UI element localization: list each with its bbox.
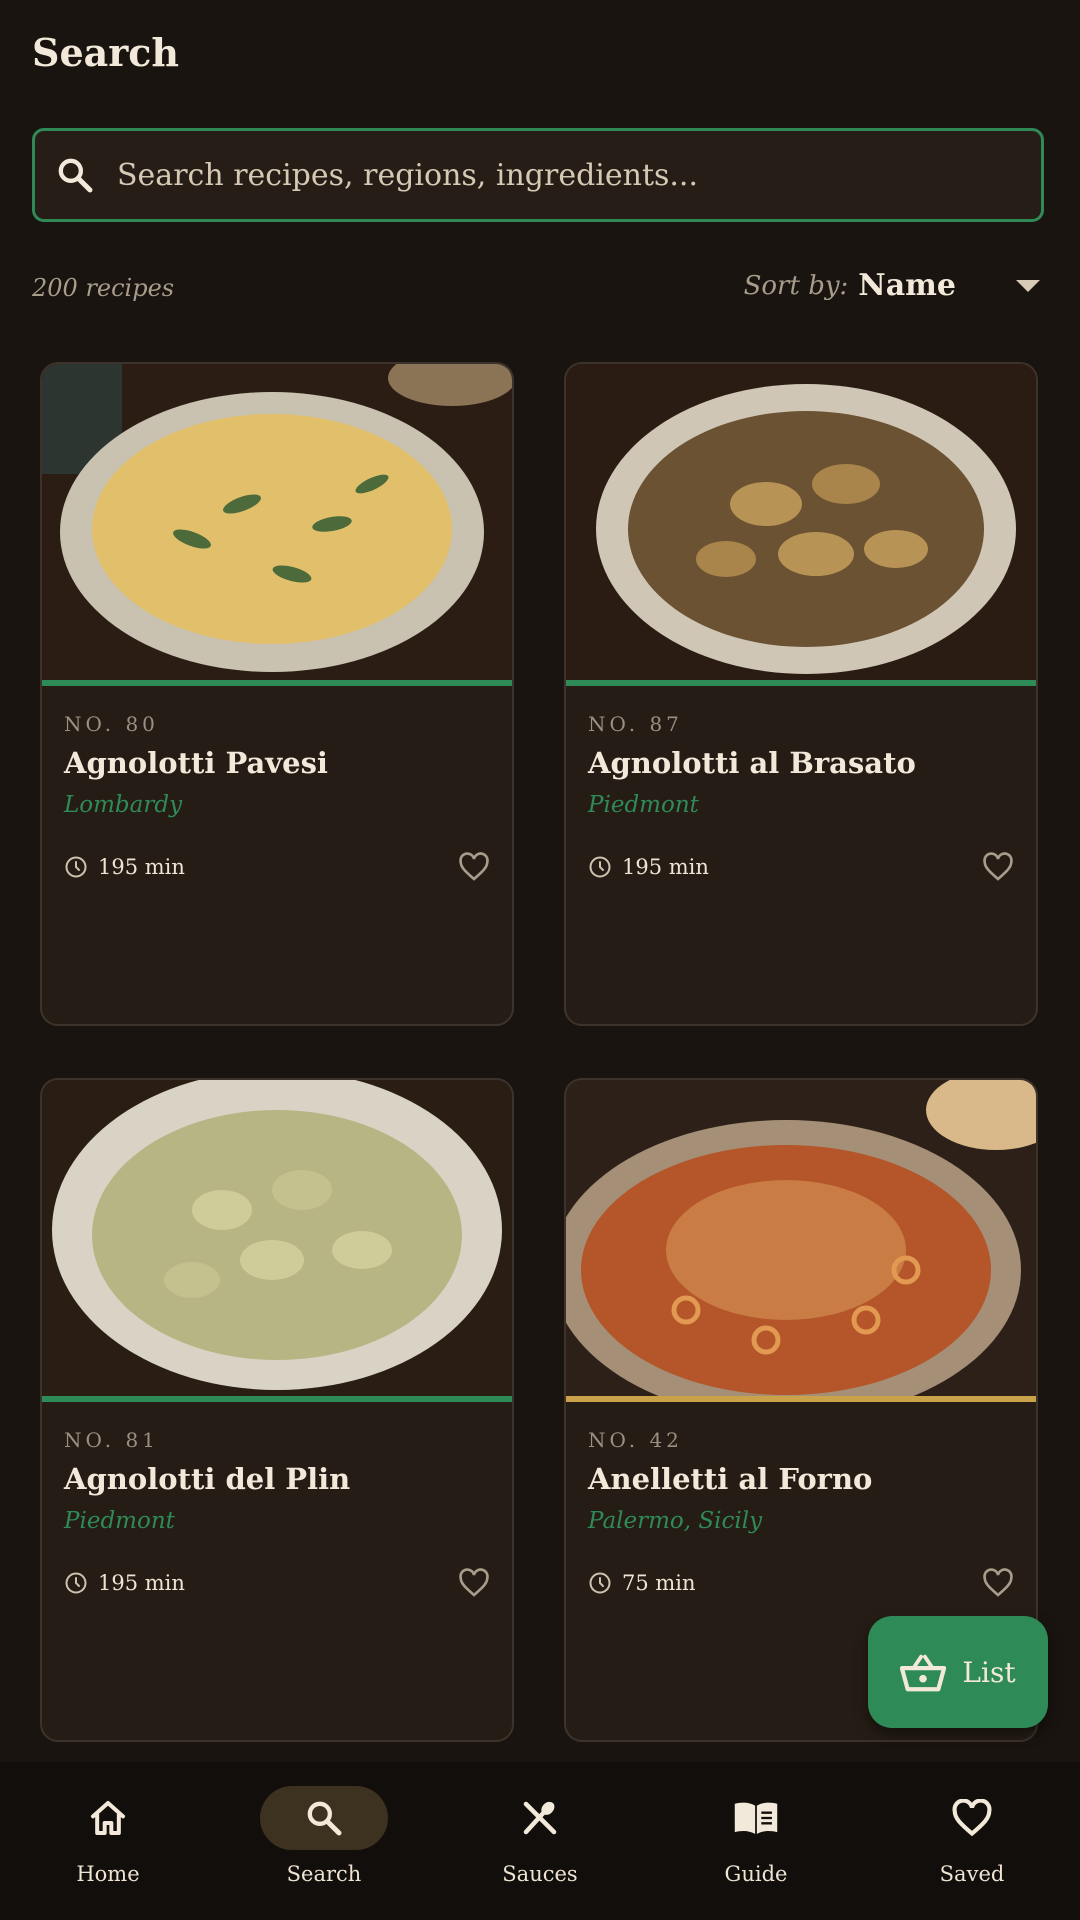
heart-icon[interactable] <box>982 1568 1014 1598</box>
card-accent-stripe <box>566 1396 1036 1402</box>
clock-icon <box>65 1572 87 1594</box>
heart-icon[interactable] <box>458 1568 490 1598</box>
recipe-card[interactable]: NO. 80 Agnolotti Pavesi Lombardy 195 min <box>40 362 514 1026</box>
bottom-nav: Home Search Sauces Guide Saved <box>0 1762 1080 1920</box>
recipe-number: NO. 87 <box>588 712 683 736</box>
nav-item-sauces[interactable]: Sauces <box>460 1786 620 1906</box>
clock-icon <box>589 856 611 878</box>
nav-label: Home <box>76 1862 140 1886</box>
recipe-number: NO. 42 <box>588 1428 683 1452</box>
search-input[interactable] <box>115 156 1041 194</box>
nav-label: Saved <box>939 1862 1005 1886</box>
recipe-name: Anelletti al Forno <box>588 1462 873 1496</box>
recipe-card[interactable]: NO. 87 Agnolotti al Brasato Piedmont 195… <box>564 362 1038 1026</box>
recipe-region: Lombardy <box>64 792 183 818</box>
basket-icon <box>900 1654 947 1692</box>
recipe-region: Piedmont <box>64 1508 175 1534</box>
recipe-card[interactable]: NO. 81 Agnolotti del Plin Piedmont 195 m… <box>40 1078 514 1742</box>
recipe-name: Agnolotti al Brasato <box>588 746 916 780</box>
search-icon <box>307 1801 342 1836</box>
sort-value: Name <box>858 268 956 303</box>
nav-item-home[interactable]: Home <box>28 1786 188 1906</box>
nav-label: Search <box>286 1862 362 1886</box>
fab-label: List <box>962 1655 1016 1689</box>
card-accent-stripe <box>42 680 512 686</box>
page-title: Search <box>32 30 180 75</box>
clock-icon <box>65 856 87 878</box>
heart-icon <box>952 1799 992 1837</box>
recipe-time: 195 min <box>98 855 185 879</box>
sort-dropdown[interactable]: Sort by: Name <box>744 268 1040 303</box>
heart-icon[interactable] <box>458 852 490 882</box>
nav-label: Sauces <box>502 1862 578 1886</box>
clock-icon <box>589 1572 611 1594</box>
recipe-time: 195 min <box>622 855 709 879</box>
recipe-number: NO. 80 <box>64 712 159 736</box>
recipe-image <box>566 364 1036 680</box>
recipe-name: Agnolotti Pavesi <box>64 746 328 780</box>
recipe-number: NO. 81 <box>64 1428 159 1452</box>
search-bar[interactable] <box>32 128 1044 222</box>
search-icon <box>58 158 93 193</box>
utensils-icon <box>523 1801 557 1835</box>
recipe-image <box>566 1080 1036 1396</box>
card-accent-stripe <box>42 1396 512 1402</box>
recipe-region: Palermo, Sicily <box>588 1508 763 1534</box>
chevron-down-icon <box>1016 279 1040 292</box>
results-count: 200 recipes <box>32 274 175 302</box>
shopping-list-button[interactable]: List <box>868 1616 1048 1728</box>
home-icon <box>91 1801 125 1835</box>
recipe-image <box>42 364 512 680</box>
book-icon <box>734 1802 778 1834</box>
recipe-time: 75 min <box>622 1571 696 1595</box>
nav-item-saved[interactable]: Saved <box>892 1786 1052 1906</box>
recipe-region: Piedmont <box>588 792 699 818</box>
nav-item-search[interactable]: Search <box>244 1786 404 1906</box>
recipe-time: 195 min <box>98 1571 185 1595</box>
recipe-image <box>42 1080 512 1396</box>
recipe-name: Agnolotti del Plin <box>64 1462 351 1496</box>
sort-label: Sort by: <box>743 270 849 301</box>
heart-icon[interactable] <box>982 852 1014 882</box>
card-accent-stripe <box>566 680 1036 686</box>
nav-item-guide[interactable]: Guide <box>676 1786 836 1906</box>
nav-label: Guide <box>724 1862 788 1886</box>
